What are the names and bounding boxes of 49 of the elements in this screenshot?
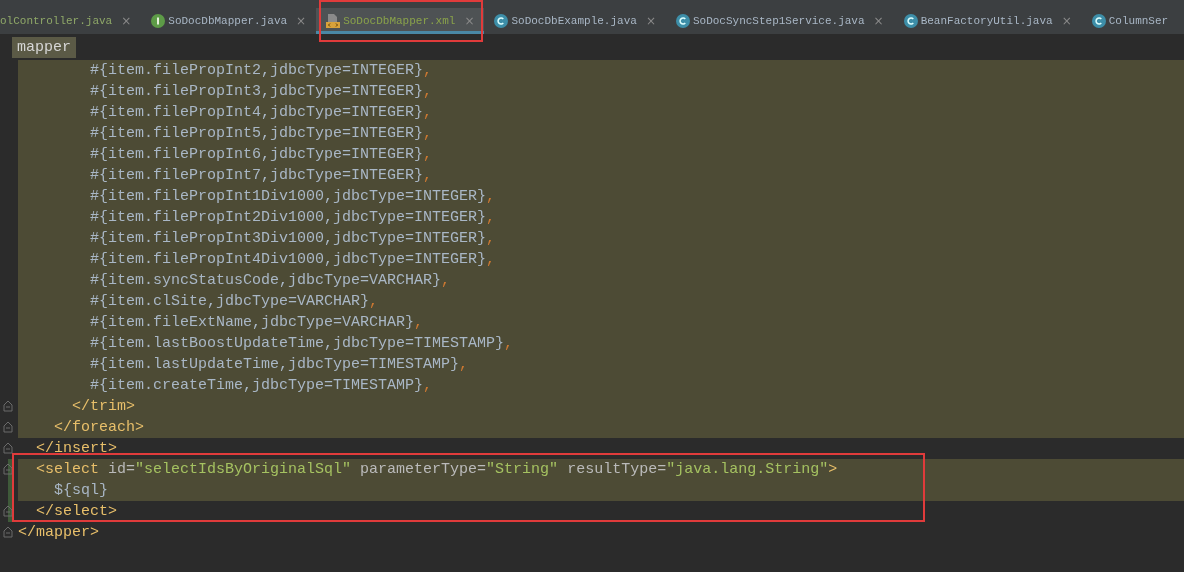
fold-icon[interactable] [3, 400, 13, 412]
code-line: #{item.fileExtName,jdbcType=VARCHAR}, [90, 314, 424, 331]
fold-icon[interactable] [3, 463, 13, 475]
close-icon[interactable]: × [645, 14, 656, 28]
code-line: #{item.syncStatusCode,jdbcType=VARCHAR}, [90, 272, 451, 289]
code-line: #{item.filePropInt2,jdbcType=INTEGER}, [90, 62, 433, 79]
editor-tab[interactable]: ColumnSer [1081, 8, 1179, 34]
code-line: #{item.clSite,jdbcType=VARCHAR}, [90, 293, 379, 310]
editor-tab[interactable]: SoDocSyncStep1Service.java × [665, 8, 894, 34]
editor-tab[interactable]: SoDocDbMapper.java × [141, 8, 317, 34]
close-icon[interactable]: × [873, 14, 884, 28]
xml-file-icon [326, 14, 341, 28]
editor-tab[interactable]: BeanFactoryUtil.java × [893, 8, 1082, 34]
code-line: #{item.filePropInt3Div1000,jdbcType=INTEGER}, [90, 230, 496, 247]
code-line: </mapper> [18, 524, 99, 541]
code-line: #{item.filePropInt3,jdbcType=INTEGER}, [90, 83, 433, 100]
code-line: #{item.filePropInt1Div1000,jdbcType=INTEGER}, [90, 188, 496, 205]
code-line: </trim> [72, 398, 135, 415]
class-icon [903, 14, 918, 28]
class-icon [494, 14, 509, 28]
code-line: ${sql} [54, 482, 108, 499]
code-line: </select> [36, 503, 117, 520]
class-icon [675, 14, 690, 28]
class-icon [1091, 14, 1106, 28]
close-icon[interactable]: × [464, 14, 475, 28]
close-icon[interactable]: × [121, 14, 132, 28]
fold-icon[interactable] [3, 505, 13, 517]
code-line: <select id="selectIdsByOriginalSql" parameterType="String" resultType="java.lang.String"> [36, 461, 838, 478]
code-line: #{item.createTime,jdbcType=TIMESTAMP}, [90, 377, 433, 394]
editor-tab[interactable]: SoDocDbMapper.xml × [316, 8, 485, 34]
editor-tab[interactable]: olController.java × [0, 8, 142, 34]
code-line: #{item.filePropInt6,jdbcType=INTEGER}, [90, 146, 433, 163]
fold-icon[interactable] [3, 421, 13, 433]
editor-tab[interactable]: SoDocDbExample.java × [484, 8, 666, 34]
code-line: </foreach> [54, 419, 144, 436]
code-line: #{item.filePropInt5,jdbcType=INTEGER}, [90, 125, 433, 142]
code-line: </insert> [36, 440, 117, 457]
close-icon[interactable]: × [1061, 14, 1072, 28]
code-line: #{item.filePropInt2Div1000,jdbcType=INTEGER}, [90, 209, 496, 226]
fold-icon[interactable] [3, 526, 13, 538]
fold-icon[interactable] [3, 442, 13, 454]
code-line: #{item.filePropInt4,jdbcType=INTEGER}, [90, 104, 433, 121]
breadcrumb-item[interactable]: mapper [12, 36, 76, 58]
code-line: #{item.filePropInt7,jdbcType=INTEGER}, [90, 167, 433, 184]
code-line: #{item.filePropInt4Div1000,jdbcType=INTEGER}, [90, 251, 496, 268]
interface-icon [151, 14, 166, 28]
code-line: #{item.lastBoostUpdateTime,jdbcType=TIMESTAMP}, [90, 335, 514, 352]
code-line: #{item.lastUpdateTime,jdbcType=TIMESTAMP}, [90, 356, 469, 373]
close-icon[interactable]: × [296, 14, 307, 28]
